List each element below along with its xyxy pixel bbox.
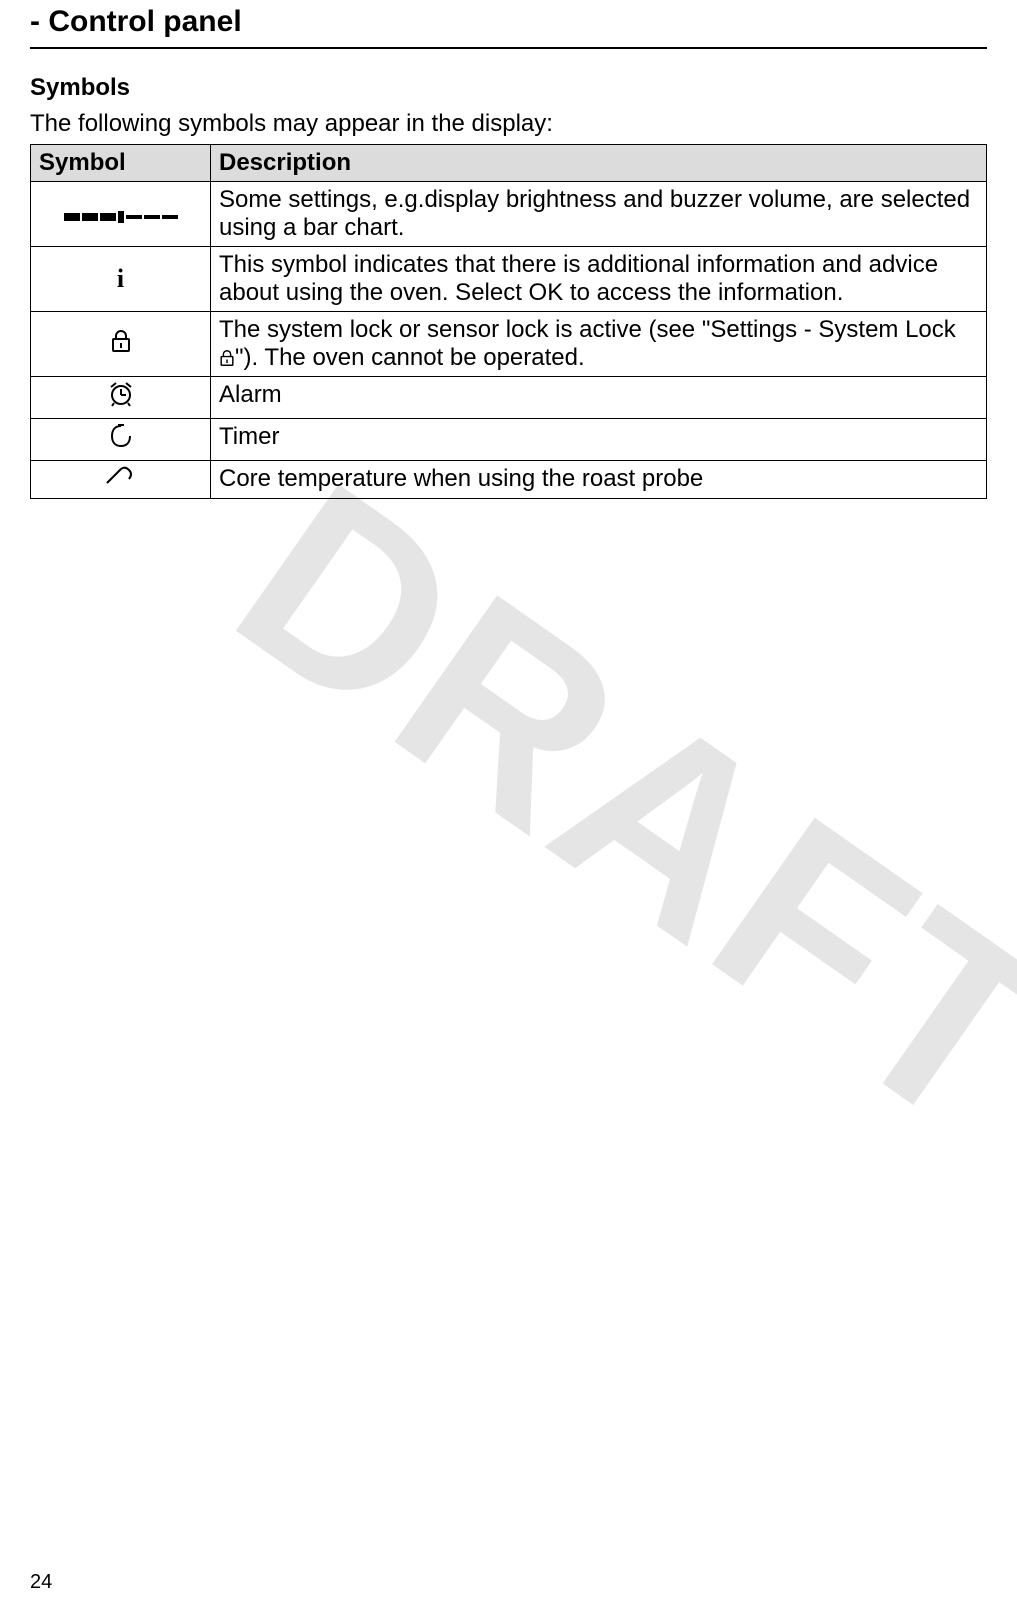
- section-intro: The following symbols may appear in the …: [30, 110, 987, 138]
- page-title: - Control panel: [30, 5, 987, 49]
- page-number: 24: [30, 1571, 52, 1594]
- lock-icon: [110, 329, 132, 360]
- timer-icon: [109, 423, 133, 456]
- alarm-icon: [108, 381, 134, 414]
- lock-desc-prefix: The system lock or sensor lock is active…: [219, 316, 956, 343]
- lock-desc-suffix: "). The oven cannot be operated.: [235, 344, 585, 371]
- table-cell-description: The system lock or sensor lock is active…: [211, 312, 987, 377]
- table-cell-description: Some settings, e.g.display brightness an…: [211, 182, 987, 247]
- table-row: Core temperature when using the roast pr…: [31, 461, 987, 499]
- bar-chart-icon: [64, 211, 178, 223]
- table-row: Alarm: [31, 377, 987, 419]
- section-subheading: Symbols: [30, 74, 987, 102]
- table-row: The system lock or sensor lock is active…: [31, 312, 987, 377]
- lock-icon-inline: [219, 344, 235, 371]
- symbols-table: Symbol Description Some setti: [30, 144, 987, 499]
- table-cell-description: Alarm: [211, 377, 987, 419]
- table-header-description: Description: [211, 145, 987, 182]
- table-cell-description: Core temperature when using the roast pr…: [211, 461, 987, 499]
- table-row: i This symbol indicates that there is ad…: [31, 247, 987, 312]
- table-cell-description: Timer: [211, 419, 987, 461]
- info-icon: i: [117, 264, 124, 293]
- table-row: Some settings, e.g.display brightness an…: [31, 182, 987, 247]
- probe-icon: [105, 465, 137, 494]
- table-cell-description: This symbol indicates that there is addi…: [211, 247, 987, 312]
- table-row: Timer: [31, 419, 987, 461]
- draft-watermark: DRAFT: [187, 426, 1017, 1193]
- table-header-symbol: Symbol: [31, 145, 211, 182]
